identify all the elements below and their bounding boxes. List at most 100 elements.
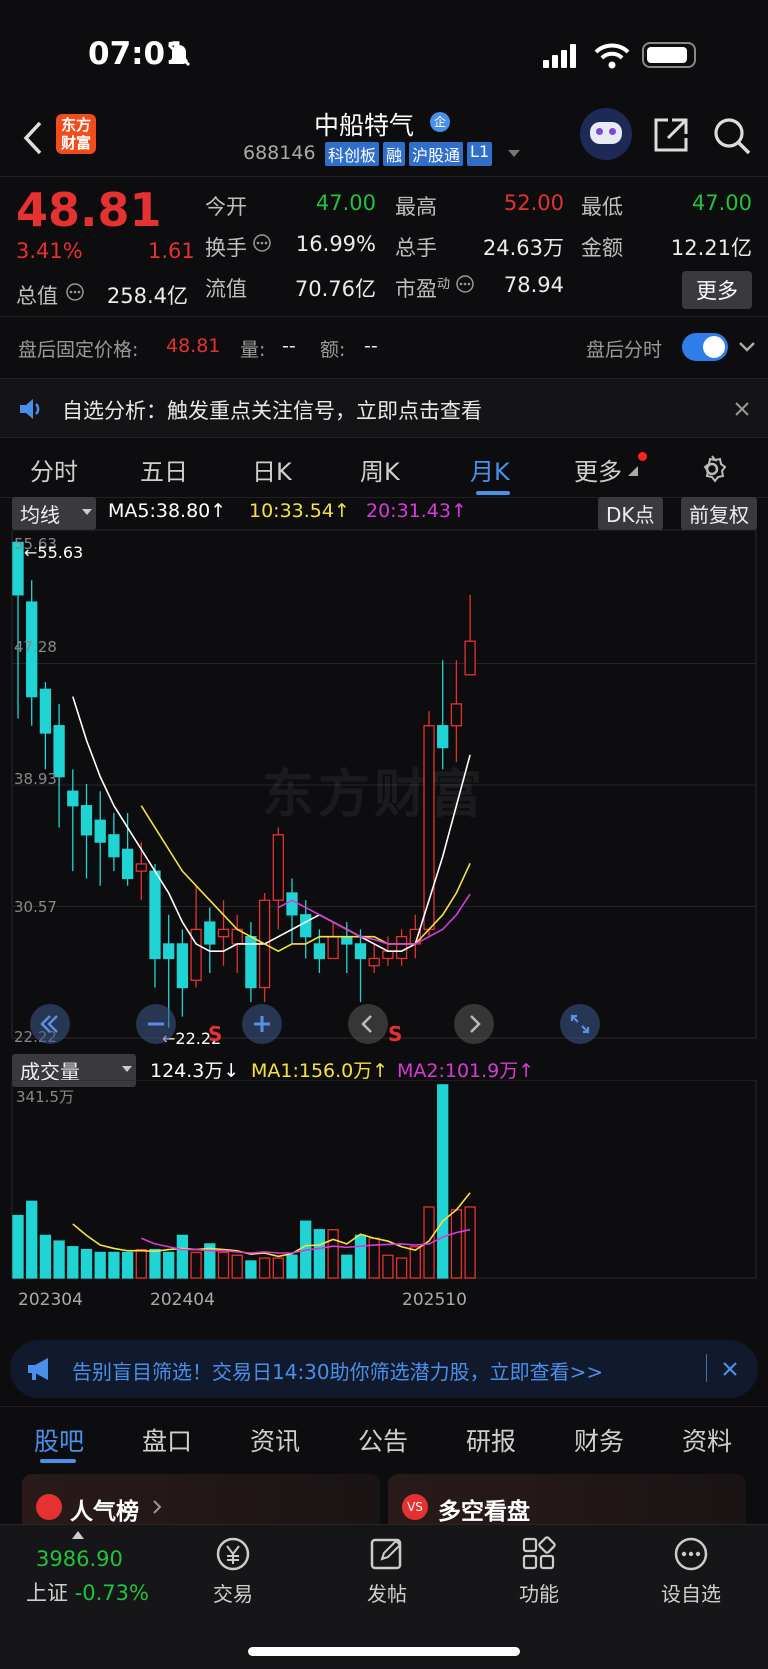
index-value[interactable]: 3986.90 [36,1547,123,1571]
low-label: 最低 [581,195,623,219]
info-dots-icon[interactable] [456,275,474,293]
candle-body [450,703,463,727]
megaphone-icon [28,1358,48,1380]
after-hours-amt: -- [364,335,378,357]
after-hours-vol-label: 量: [240,339,266,361]
post-tab[interactable]: 发帖 [350,1535,424,1607]
tab-news[interactable]: 资讯 [250,1422,300,1458]
float-label: 流值 [205,277,247,301]
promo-text: 告别盲目筛选！交易日14:30助你筛选潜力股，立即查看>> [72,1360,604,1384]
scroll-left-fast-button[interactable] [30,1004,70,1044]
app-logo: 东方 财富 [56,114,96,154]
close-icon[interactable] [734,401,750,417]
indicator-row: 均线 MA5:38.80↑ 10:33.54↑ 20:31.43↑ DK点 前复… [0,494,768,530]
share-icon[interactable] [652,116,690,154]
x-axis-label: 202510 [402,1290,467,1310]
volume-value: 24.63万 [482,236,564,260]
amount-value: 12.21亿 [670,236,752,260]
info-dots-icon[interactable] [253,234,271,252]
dk-point-button[interactable]: DK点 [598,497,663,530]
tab-weekly-k[interactable]: 周K [360,452,400,487]
candle-body [354,943,367,960]
back-icon[interactable] [22,120,44,156]
tab-order-book[interactable]: 盘口 [142,1422,192,1458]
dropdown-caret-icon [82,509,92,515]
more-button[interactable]: 更多 [682,271,752,309]
tab-finance[interactable]: 财务 [574,1422,624,1458]
tab-monthly-k[interactable]: 月K [470,452,510,487]
dropdown-caret-icon[interactable] [508,150,520,158]
volume-bar [354,1234,367,1279]
watchlist-tab[interactable]: 设自选 [654,1535,728,1607]
status-bar: 07:01 [0,0,768,100]
price-axis-4: 30.57 [14,898,57,916]
tab-research[interactable]: 研报 [466,1422,516,1458]
candle-body [464,640,476,676]
turnover-value: 16.99% [295,232,376,256]
badge-margin: 融 [383,142,406,166]
notice-bar[interactable]: 自选分析：触发重点关注信号，立即点击查看 [0,378,768,438]
promo-banner[interactable]: 告别盲目筛选！交易日14:30助你筛选潜力股，立即查看>> [10,1340,758,1398]
adjust-button[interactable]: 前复权 [681,497,757,530]
x-axis-label: 202304 [18,1290,83,1310]
candle-body [382,950,394,960]
volume-bar [231,1254,243,1279]
open-label: 今开 [205,195,247,219]
candle-body [94,819,106,843]
caret-up-icon [72,1531,84,1539]
wifi-icon [594,43,630,69]
volume-bar [39,1234,52,1279]
mktcap-label: 总值 [16,284,58,308]
candle-body [121,848,134,880]
notice-text: 自选分析：触发重点关注信号，立即点击查看 [62,399,482,423]
index-info[interactable]: 上证 -0.73% [26,1577,149,1607]
tab-announcements[interactable]: 公告 [358,1422,408,1458]
scroll-right-button[interactable] [454,1004,494,1044]
change-pct: 3.41% [16,239,83,263]
scroll-left-button[interactable] [348,1004,388,1044]
volume-bar [327,1229,339,1279]
candle-body [272,834,284,901]
tab-profile[interactable]: 资料 [682,1422,732,1458]
search-icon[interactable] [712,116,752,156]
volume-readout: 124.3万↓ [150,1060,240,1082]
bottom-tabbar: 3986.90 上证 -0.73% 交易 发帖 功能 设自选 [0,1524,768,1669]
zoom-in-button[interactable] [242,1004,282,1044]
badge-row: 科创板 融 沪股通 L1 [325,142,493,166]
tab-five-day[interactable]: 五日 [140,452,188,487]
robot-avatar-icon[interactable] [580,108,632,160]
volume-bar [450,1209,463,1279]
period-tabs: 分时 五日 日K 周K 月K 更多 [0,438,768,498]
high-value: 52.00 [503,191,564,215]
expand-icon [570,1014,590,1034]
badge-l1: L1 [467,142,493,166]
gear-icon[interactable] [697,454,727,484]
volume-label: 总手 [395,236,437,260]
dropdown-caret-icon [122,1066,132,1072]
volume-bar [67,1246,79,1279]
edit-icon [370,1538,402,1570]
tab-daily-k[interactable]: 日K [252,452,292,487]
info-dots-icon[interactable] [66,283,84,301]
volume-bar [464,1206,476,1279]
chevron-down-icon[interactable] [738,341,756,353]
volume-bar [149,1248,161,1279]
tab-forum[interactable]: 股吧 [34,1422,84,1458]
tab-intraday[interactable]: 分时 [30,452,78,487]
after-hours-toggle[interactable] [682,333,728,361]
sell-signal-marker: S [388,1022,403,1046]
zoom-out-button[interactable] [136,1004,176,1044]
volume-chart[interactable] [0,1080,768,1280]
tab-more[interactable]: 更多 [574,452,622,487]
volume-bar [217,1251,230,1279]
close-icon[interactable] [722,1361,738,1377]
function-tab-label: 功能 [519,1582,559,1606]
function-tab[interactable]: 功能 [502,1535,576,1607]
fullscreen-button[interactable] [560,1004,600,1044]
trade-tab[interactable]: 交易 [196,1535,270,1607]
candle-body [313,943,326,960]
candle-body [368,957,380,967]
candle-body [286,892,298,916]
candle-body [80,805,93,836]
volume-bar [176,1234,189,1279]
